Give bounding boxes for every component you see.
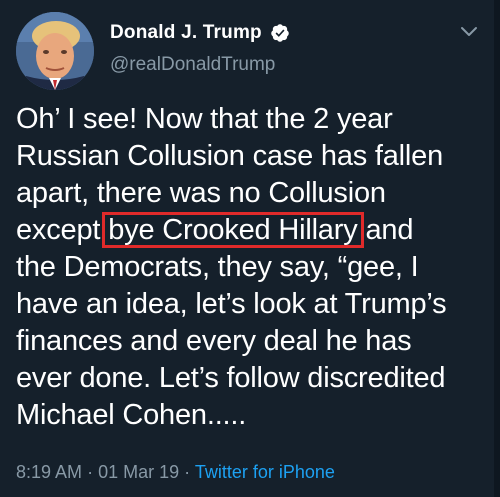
meta-separator: · [87, 462, 94, 482]
tweet-line: have an idea, let’s look at Trump’s [16, 288, 447, 320]
tweet-line: the Democrats, they say, “gee, I [16, 251, 419, 283]
right-edge [494, 0, 500, 497]
tweet-line: apart, there was no Collusion [16, 177, 386, 209]
tweet-meta: 8:19 AM · 01 Mar 19 · Twitter for iPhone [16, 462, 335, 483]
tweet-line: Russian Collusion case has fallen [16, 140, 444, 172]
display-name[interactable]: Donald J. Trump [110, 22, 262, 44]
chevron-down-icon[interactable] [459, 25, 479, 39]
tweet-card: Donald J. Trump @realDonaldTrump Oh’ I s… [0, 0, 500, 497]
tweet-date[interactable]: 01 Mar 19 [98, 462, 179, 482]
tweet-text: Oh’ I see! Now that the 2 year Russian C… [16, 101, 490, 434]
avatar[interactable] [16, 12, 94, 90]
tweet-time[interactable]: 8:19 AM [16, 462, 82, 482]
user-handle[interactable]: @realDonaldTrump [110, 54, 275, 76]
tweet-line-highlighted: except bye Crooked Hillary and [16, 212, 490, 249]
highlight-box: bye Crooked Hillary [102, 212, 364, 248]
author-row: Donald J. Trump [110, 22, 290, 44]
tweet-line: Oh’ I see! Now that the 2 year [16, 103, 393, 135]
tweet-line: Michael Cohen..... [16, 399, 247, 431]
tweet-line: ever done. Let’s follow discredited [16, 362, 446, 394]
tweet-line: finances and every deal he has [16, 325, 412, 357]
tweet-source-link[interactable]: Twitter for iPhone [195, 462, 335, 482]
tweet-text-segment: except [16, 214, 101, 246]
avatar-image [16, 12, 94, 90]
verified-badge-icon [270, 23, 290, 43]
meta-separator: · [184, 462, 191, 482]
tweet-text-segment: and [365, 214, 414, 246]
